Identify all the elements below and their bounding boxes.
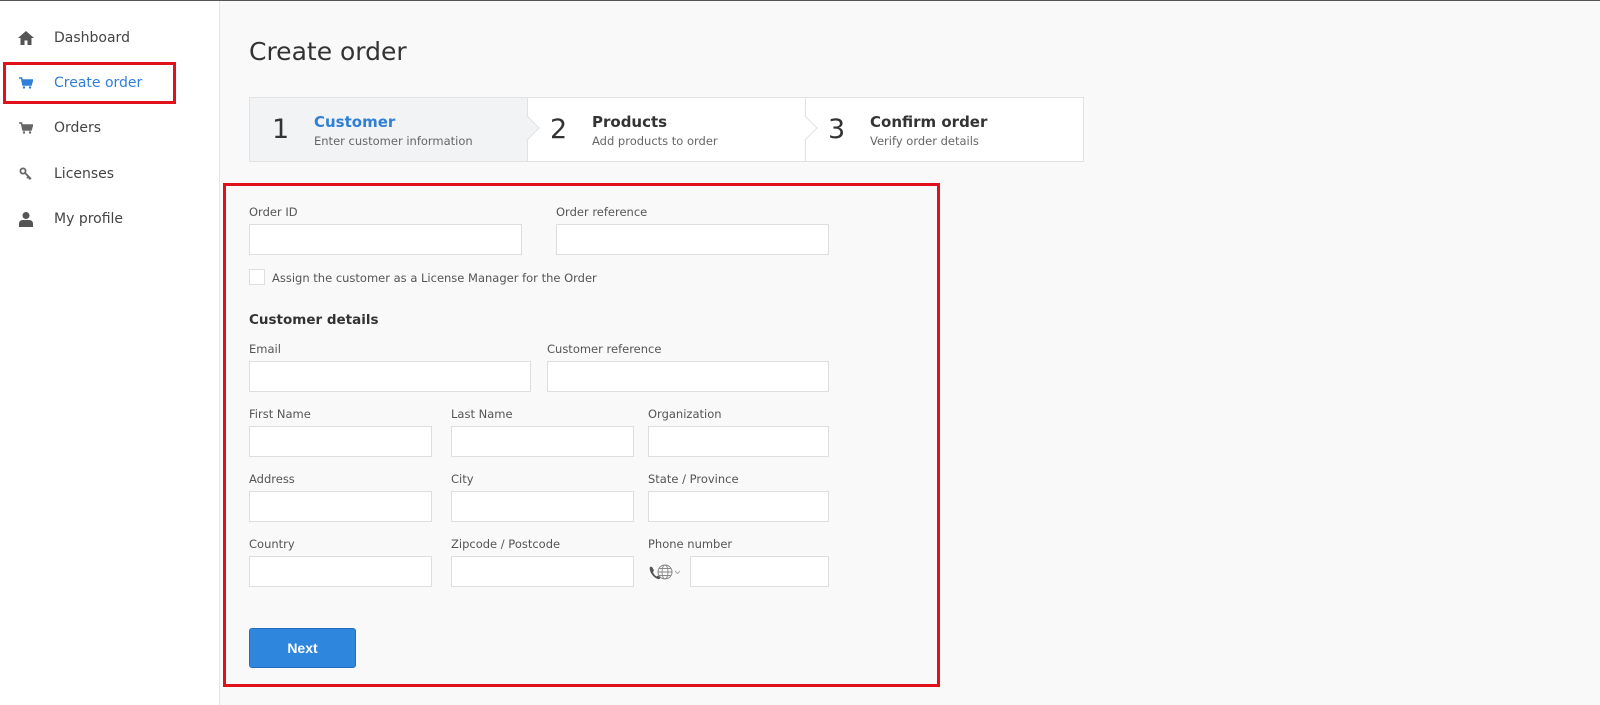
- order-reference-input[interactable]: [556, 224, 829, 255]
- customer-reference-label: Customer reference: [547, 342, 662, 356]
- step-subtitle: Add products to order: [592, 134, 718, 148]
- city-input[interactable]: [451, 491, 634, 522]
- sidebar: Dashboard Create order Orders Licenses M…: [0, 1, 220, 705]
- organization-input[interactable]: [648, 426, 829, 457]
- sidebar-item-label: Licenses: [54, 166, 115, 182]
- state-input[interactable]: [648, 491, 829, 522]
- step-number: 1: [272, 114, 290, 145]
- city-label: City: [451, 472, 474, 486]
- highlight-box-nav: [3, 62, 176, 104]
- email-label: Email: [249, 342, 281, 356]
- phone-number-input[interactable]: [690, 556, 829, 587]
- sidebar-item-my-profile[interactable]: My profile: [0, 197, 220, 241]
- step-title: Products: [592, 113, 668, 131]
- step-subtitle: Enter customer information: [314, 134, 473, 148]
- step-title: Customer: [314, 113, 396, 131]
- sidebar-item-dashboard[interactable]: Dashboard: [0, 16, 220, 60]
- zipcode-label: Zipcode / Postcode: [451, 537, 561, 551]
- page-title: Create order: [249, 37, 407, 66]
- step-title: Confirm order: [870, 113, 988, 131]
- step-subtitle: Verify order details: [870, 134, 979, 148]
- organization-label: Organization: [648, 407, 722, 421]
- phone-country-selector[interactable]: [648, 556, 690, 587]
- sidebar-item-orders[interactable]: Orders: [0, 106, 220, 150]
- step-products[interactable]: 2 Products Add products to order: [528, 98, 818, 161]
- country-label: Country: [249, 537, 295, 551]
- last-name-input[interactable]: [451, 426, 634, 457]
- sidebar-item-label: Orders: [54, 120, 102, 136]
- home-icon: [16, 28, 36, 48]
- customer-reference-input[interactable]: [547, 361, 829, 392]
- address-label: Address: [249, 472, 295, 486]
- cart-icon: [16, 118, 36, 138]
- first-name-label: First Name: [249, 407, 311, 421]
- first-name-input[interactable]: [249, 426, 432, 457]
- state-label: State / Province: [648, 472, 739, 486]
- main-content: Create order 1 Customer Enter customer i…: [221, 1, 1600, 705]
- customer-details-heading: Customer details: [249, 312, 379, 328]
- stepper: 1 Customer Enter customer information 2 …: [249, 97, 1084, 162]
- step-confirm-order[interactable]: 3 Confirm order Verify order details: [806, 98, 1083, 161]
- step-number: 3: [828, 114, 846, 145]
- order-id-label: Order ID: [249, 205, 298, 219]
- last-name-label: Last Name: [451, 407, 513, 421]
- key-icon: [16, 164, 36, 184]
- license-manager-checkbox-label[interactable]: Assign the customer as a License Manager…: [272, 271, 597, 285]
- step-customer[interactable]: 1 Customer Enter customer information: [250, 98, 540, 161]
- license-manager-checkbox[interactable]: [249, 269, 265, 285]
- phone-number-label: Phone number: [648, 537, 733, 551]
- globe-icon: [649, 564, 681, 579]
- zipcode-input[interactable]: [451, 556, 634, 587]
- next-button[interactable]: Next: [249, 628, 356, 668]
- sidebar-item-label: My profile: [54, 211, 124, 227]
- user-icon: [16, 209, 36, 229]
- order-reference-label: Order reference: [556, 205, 648, 219]
- step-number: 2: [550, 114, 568, 145]
- address-input[interactable]: [249, 491, 432, 522]
- sidebar-item-label: Dashboard: [54, 30, 130, 46]
- order-id-input[interactable]: [249, 224, 522, 255]
- sidebar-item-licenses[interactable]: Licenses: [0, 152, 220, 196]
- country-input[interactable]: [249, 556, 432, 587]
- email-input[interactable]: [249, 361, 531, 392]
